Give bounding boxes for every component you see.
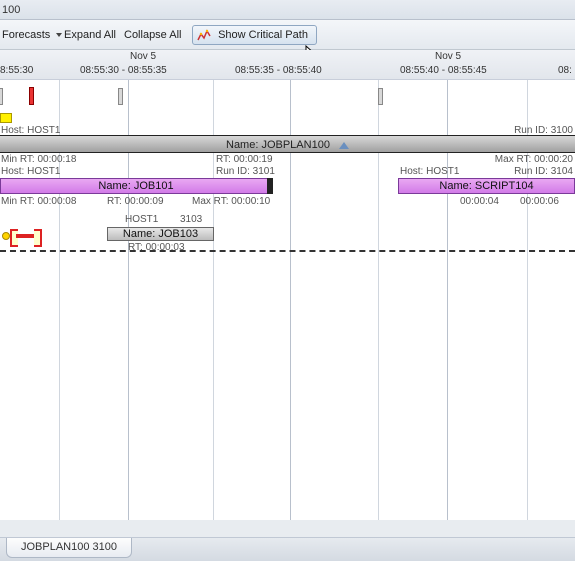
timeline-header: Nov 5 Nov 5 8:55:30 08:55:30 - 08:55:35 … [0,50,575,80]
day-label-1: Nov 5 [130,51,156,62]
time-range-0: 8:55:30 [0,65,33,76]
job101-label: Name: JOB101 [98,180,173,192]
time-range-3: 08:55:40 - 08:55:45 [400,65,487,76]
job103-label: Name: JOB103 [123,228,198,240]
timeline-tick [0,88,3,105]
jobplan-name: Name: JOBPLAN100 [226,139,330,151]
critical-path-icon [197,28,211,42]
jobplan-header[interactable]: Name: JOBPLAN100 [0,135,575,153]
collapse-all-button[interactable]: Collapse All [124,26,181,44]
timeline-tick [118,88,123,105]
time-range-4: 08: [558,65,572,76]
rt-label-r1: 00:00:04 [460,196,499,207]
runid-label-small: 3103 [180,214,202,225]
job-bar-job101[interactable]: Name: JOB101 [0,178,272,194]
max-rt-label: Max RT: 00:00:10 [192,196,270,207]
footer-tabstrip: JOBPLAN100 3100 [0,537,575,561]
section-divider-dashed [0,250,575,252]
bracket-marker [10,229,42,243]
timeline-marker-yellow [0,113,12,123]
time-range-1: 08:55:30 - 08:55:35 [80,65,167,76]
rt-label: RT: 00:00:09 [107,196,164,207]
rt-label-r2: 00:00:06 [520,196,559,207]
show-critical-path-label: Show Critical Path [218,29,308,41]
footer-tab-jobplan[interactable]: JOBPLAN100 3100 [6,538,132,558]
runid-label-r: Run ID: 3104 [514,166,573,177]
day-label-2: Nov 5 [435,51,461,62]
chevron-down-icon [56,33,62,37]
gantt-chart[interactable]: Host: HOST1 Run ID: 3100 Name: JOBPLAN10… [0,80,575,520]
host-label-r: Host: HOST1 [400,166,459,177]
max-rt-label: Max RT: 00:00:20 [495,154,573,165]
timeline-marker-red [29,87,34,105]
host-label-small: HOST1 [125,214,158,225]
job-bar-script104[interactable]: Name: SCRIPT104 [398,178,575,194]
min-rt-label: Min RT: 00:00:08 [1,196,76,207]
rt-label: RT: 00:00:19 [216,154,273,165]
forecasts-label: Forecasts [2,29,50,41]
collapse-icon[interactable] [339,142,349,149]
min-rt-label: Min RT: 00:00:18 [1,154,76,165]
host-label: Host: HOST1 [1,166,60,177]
window-title-fragment: 100 [0,0,575,20]
toolbar: Forecasts Expand All Collapse All Show C… [0,20,575,50]
time-range-2: 08:55:35 - 08:55:40 [235,65,322,76]
expand-all-button[interactable]: Expand All [64,26,116,44]
bar-endcap [267,178,273,194]
script104-label: Name: SCRIPT104 [439,180,533,192]
forecasts-dropdown[interactable]: Forecasts [2,26,62,44]
job-bar-job103[interactable]: Name: JOB103 [107,227,214,241]
show-critical-path-button[interactable]: Show Critical Path [192,25,317,45]
status-dot-yellow [2,232,10,240]
runid-label: Run ID: 3101 [216,166,275,177]
timeline-tick [378,88,383,105]
